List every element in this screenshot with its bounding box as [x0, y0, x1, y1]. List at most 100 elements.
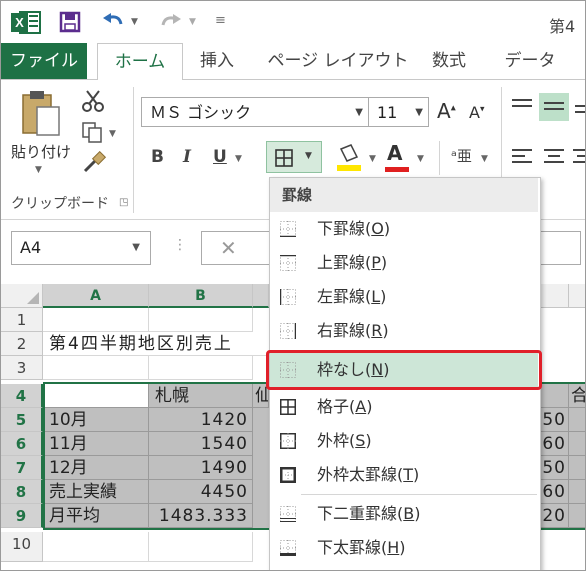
- menu-item-outside-borders[interactable]: 外枠(S): [270, 424, 538, 458]
- menu-item-left-border[interactable]: 左罫線(L): [270, 280, 538, 314]
- name-box[interactable]: A4 ▼: [11, 231, 151, 265]
- tab-page-layout[interactable]: ページ レイアウト: [263, 43, 413, 79]
- cell-b8[interactable]: 4450: [149, 480, 253, 504]
- cell-a9[interactable]: 月平均: [45, 504, 149, 528]
- redo-icon[interactable]: [159, 11, 183, 33]
- undo-icon[interactable]: [101, 10, 127, 32]
- menu-item-bottom-double-border[interactable]: 下二重罫線(B): [270, 497, 538, 531]
- menu-item-right-border[interactable]: 右罫線(R): [270, 314, 538, 348]
- row-header-10[interactable]: 10: [1, 532, 43, 562]
- redo-dropdown-icon[interactable]: ▼: [189, 17, 196, 27]
- phonetic-icon[interactable]: ᵃ亜: [451, 145, 472, 166]
- cell-b6[interactable]: 1540: [149, 432, 253, 456]
- paste-label[interactable]: 貼り付け: [11, 141, 71, 162]
- font-name-select[interactable]: ＭＳ ゴシック ▼: [141, 97, 369, 127]
- font-size-select[interactable]: 11 ▼: [369, 97, 429, 127]
- paste-icon[interactable]: [19, 89, 63, 139]
- cell-g7[interactable]: [569, 456, 585, 480]
- row-header-9[interactable]: 9: [1, 504, 43, 528]
- customize-qat-icon[interactable]: ≡: [215, 13, 226, 28]
- select-all-corner[interactable]: [1, 284, 43, 308]
- font-color-button[interactable]: A: [387, 141, 402, 165]
- copy-icon[interactable]: [81, 121, 103, 143]
- cell-f6[interactable]: 60: [539, 432, 569, 456]
- cell-b1[interactable]: [149, 308, 253, 332]
- fill-color-dropdown-icon[interactable]: ▼: [369, 154, 376, 164]
- cell-f8[interactable]: 60: [539, 480, 569, 504]
- cell-a5[interactable]: 10月: [45, 408, 149, 432]
- cell-b9[interactable]: 1483.333: [149, 504, 253, 528]
- phonetic-dropdown-icon[interactable]: ▼: [481, 154, 488, 164]
- cancel-icon[interactable]: ✕: [220, 236, 237, 260]
- undo-dropdown-icon[interactable]: ▼: [131, 17, 138, 27]
- cell-f5[interactable]: 50: [539, 408, 569, 432]
- cell-a3[interactable]: [43, 356, 149, 380]
- cell-a6[interactable]: 11月: [45, 432, 149, 456]
- underline-button[interactable]: U: [213, 147, 227, 167]
- align-middle-button[interactable]: [539, 93, 569, 121]
- column-header-c[interactable]: [253, 284, 269, 308]
- cell-f9[interactable]: 20: [539, 504, 569, 528]
- fill-color-icon[interactable]: [335, 143, 363, 173]
- italic-button[interactable]: I: [183, 147, 191, 167]
- menu-item-all-borders[interactable]: 格子(A): [270, 390, 538, 424]
- cell-a10[interactable]: [43, 532, 149, 562]
- menu-item-top-border[interactable]: 上罫線(P): [270, 246, 538, 280]
- align-center-icon[interactable]: [543, 147, 565, 167]
- row-header-7[interactable]: 7: [1, 456, 43, 480]
- align-left-icon[interactable]: [511, 147, 533, 167]
- menu-item-thick-box-border[interactable]: 外枠太罫線(T): [270, 458, 538, 492]
- cell-a2-title[interactable]: 第4四半期地区別売上: [43, 332, 269, 356]
- cell-a4-active[interactable]: [45, 384, 149, 408]
- cell-f4[interactable]: [539, 384, 569, 408]
- tab-data[interactable]: データ: [495, 43, 565, 79]
- cell-b4[interactable]: 札幌: [149, 384, 253, 408]
- cell-b7[interactable]: 1490: [149, 456, 253, 480]
- font-color-swatch: [385, 167, 409, 172]
- underline-dropdown-icon[interactable]: ▼: [235, 154, 242, 164]
- tab-formulas[interactable]: 数式: [419, 43, 479, 79]
- clipboard-launcher-icon[interactable]: ◳: [119, 197, 128, 208]
- column-header-g[interactable]: [569, 284, 585, 308]
- align-top-icon[interactable]: [511, 97, 533, 115]
- cell-b3[interactable]: [149, 356, 253, 380]
- row-header-3[interactable]: 3: [1, 356, 43, 380]
- grow-font-icon[interactable]: A▴: [437, 99, 456, 123]
- row-header-1[interactable]: 1: [1, 308, 43, 332]
- row-header-5[interactable]: 5: [1, 408, 43, 432]
- tab-insert[interactable]: 挿入: [187, 43, 247, 79]
- shrink-font-icon[interactable]: A▾: [469, 103, 484, 122]
- row-header-6[interactable]: 6: [1, 432, 43, 456]
- cell-b5[interactable]: 1420: [149, 408, 253, 432]
- cell-g9[interactable]: [569, 504, 585, 528]
- align-right-icon[interactable]: [573, 147, 586, 167]
- cell-f7[interactable]: 50: [539, 456, 569, 480]
- cell-g4[interactable]: 合: [569, 384, 585, 408]
- cell-b10[interactable]: [149, 532, 253, 562]
- cell-a8[interactable]: 売上実績: [45, 480, 149, 504]
- column-header-b[interactable]: B: [149, 284, 253, 308]
- borders-button[interactable]: ▼: [266, 141, 322, 173]
- row-header-8[interactable]: 8: [1, 480, 43, 504]
- cut-icon[interactable]: [81, 89, 105, 113]
- cell-a7[interactable]: 12月: [45, 456, 149, 480]
- cell-g6[interactable]: [569, 432, 585, 456]
- row-header-4[interactable]: 4: [1, 384, 43, 408]
- save-icon[interactable]: [59, 11, 81, 33]
- paste-dropdown-icon[interactable]: ▼: [35, 165, 42, 175]
- column-header-a[interactable]: A: [43, 284, 149, 308]
- tab-file[interactable]: ファイル: [1, 43, 87, 79]
- row-header-2[interactable]: 2: [1, 332, 43, 356]
- cell-a1[interactable]: [43, 308, 149, 332]
- cell-g8[interactable]: [569, 480, 585, 504]
- menu-item-bottom-border[interactable]: 下罫線(O): [270, 212, 538, 246]
- copy-dropdown-icon[interactable]: ▼: [109, 129, 116, 139]
- format-painter-icon[interactable]: [81, 151, 107, 175]
- tab-home[interactable]: ホーム: [97, 43, 183, 81]
- font-color-dropdown-icon[interactable]: ▼: [417, 154, 424, 164]
- column-header-f[interactable]: [539, 284, 569, 308]
- bold-button[interactable]: B: [151, 147, 164, 167]
- align-bottom-icon[interactable]: [575, 97, 586, 115]
- cell-g5[interactable]: [569, 408, 585, 432]
- menu-item-thick-bottom-border[interactable]: 下太罫線(H): [270, 531, 538, 565]
